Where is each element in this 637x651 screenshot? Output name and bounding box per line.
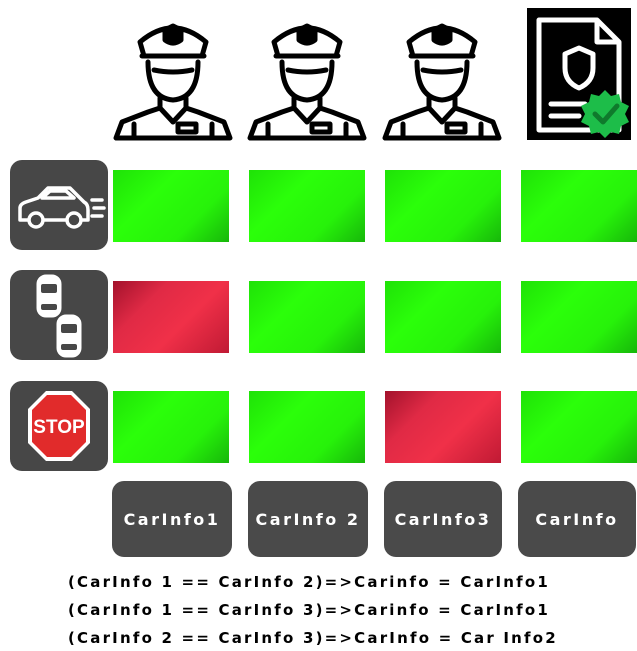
rule-line: (CarInfo 2 == CarInfo 3)=>CarInfo = Car … [68, 629, 558, 647]
verified-document-icon [527, 8, 631, 140]
police-officer-icon [382, 23, 502, 141]
grid-cell-ok [521, 281, 637, 353]
row-icon-speeding-car [10, 160, 108, 250]
speeding-car-icon [18, 186, 106, 229]
carinfo3-button[interactable]: CarInfo3 [384, 481, 502, 557]
police-officer-icon [247, 23, 367, 141]
row-icon-stop: STOP [10, 381, 108, 471]
grid-cell-ok [113, 170, 229, 242]
carinfo-result-button[interactable]: CarInfo [518, 481, 636, 557]
grid-cell-ok [521, 391, 637, 463]
stop-sign-icon: STOP [28, 391, 90, 461]
police-officer-icon [113, 23, 233, 141]
row-icon-overtaking [10, 270, 108, 360]
grid-cell-ok [521, 170, 637, 242]
grid-cell-bad [385, 391, 501, 463]
grid-cell-ok [113, 391, 229, 463]
rule-line: (CarInfo 1 == CarInfo 2)=>Carinfo = CarI… [68, 573, 551, 591]
carinfo1-button[interactable]: CarInfo1 [112, 481, 232, 557]
carinfo2-button[interactable]: CarInfo 2 [248, 481, 368, 557]
grid-cell-ok [385, 281, 501, 353]
overtaking-cars-icon [36, 274, 82, 358]
rule-line: (CarInfo 1 == CarInfo 3)=>Carinfo = CarI… [68, 601, 551, 619]
grid-cell-bad [113, 281, 229, 353]
grid-cell-ok [249, 281, 365, 353]
grid-cell-ok [249, 391, 365, 463]
grid-cell-ok [385, 170, 501, 242]
grid-cell-ok [249, 170, 365, 242]
stop-sign-text: STOP [33, 417, 85, 438]
